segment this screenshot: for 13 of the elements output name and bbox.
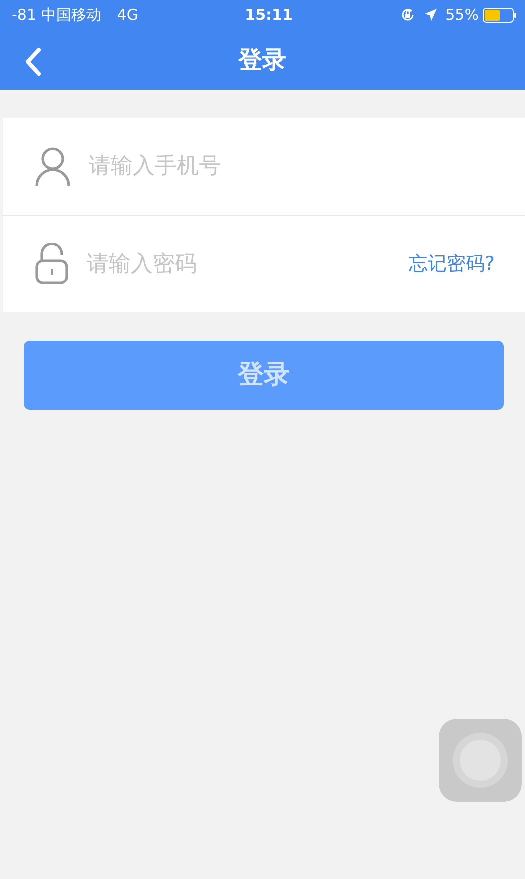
page-title: 登录 [238, 45, 286, 76]
battery-icon [482, 8, 517, 22]
rotation-lock-icon [400, 7, 416, 23]
user-icon [35, 146, 71, 186]
network-type: 4G [117, 4, 138, 26]
carrier-name: -81 中国移动 [12, 4, 102, 26]
input-field[interactable]: 请输入密码 [85, 246, 393, 282]
forgot-password-link[interactable]: 忘记密码? [408, 250, 495, 278]
padlock-icon [35, 243, 69, 285]
location-arrow-icon [424, 8, 438, 22]
battery-percent: 55% [446, 4, 479, 26]
input-field[interactable]: 请输入手机号 [87, 149, 495, 184]
clock-time: 15:11 [245, 4, 293, 26]
